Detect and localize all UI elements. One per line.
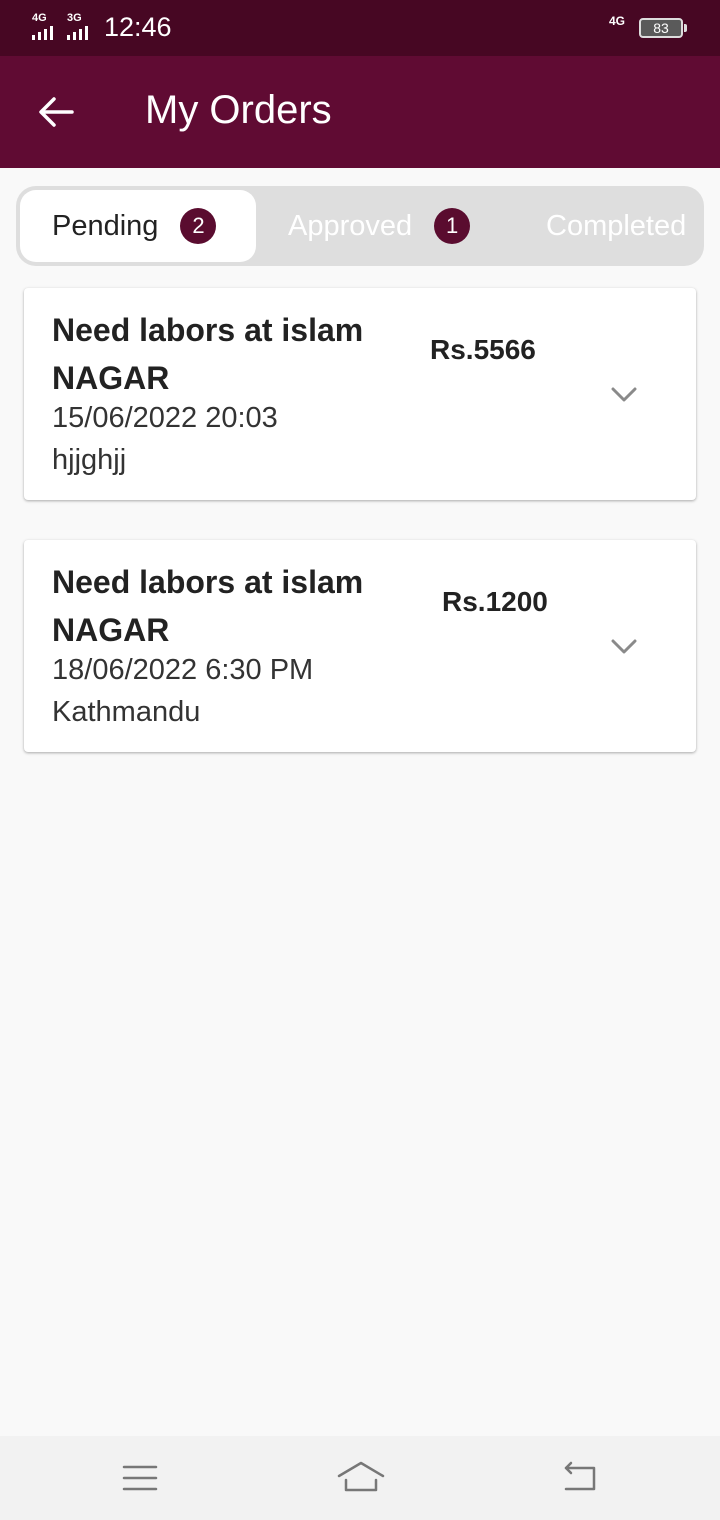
order-price: Rs.5566 xyxy=(430,334,536,365)
chevron-down-icon xyxy=(611,639,637,654)
tab-approved-count-badge: 1 xyxy=(434,208,471,244)
chevron-down-icon xyxy=(611,387,637,402)
tab-pending-label: Pending xyxy=(52,209,159,242)
expand-order-button[interactable] xyxy=(608,382,640,406)
app-bar: My Orders xyxy=(0,56,720,168)
tab-approved[interactable]: Approved 1 xyxy=(288,190,471,262)
status-time: 12:46 xyxy=(104,12,172,42)
back-button[interactable] xyxy=(28,80,84,144)
order-status-tabs: Pending 2 Approved 1 Completed xyxy=(16,186,704,266)
menu-icon xyxy=(122,1465,158,1491)
sim2-network-label: 3G xyxy=(67,12,82,24)
home-button[interactable] xyxy=(336,1458,386,1498)
sim1-network-label: 4G xyxy=(32,12,47,24)
data-network-label: 4G xyxy=(609,14,626,28)
order-card[interactable]: Need labors at islam NAGAR 18/06/2022 6:… xyxy=(24,540,696,752)
system-back-button[interactable] xyxy=(558,1458,602,1498)
order-price: Rs.1200 xyxy=(442,586,548,617)
order-title: Need labors at islam NAGAR xyxy=(52,312,364,396)
tab-pending-count-badge: 2 xyxy=(180,208,217,244)
tab-completed[interactable]: Completed xyxy=(546,190,686,262)
order-date: 15/06/2022 20:03 xyxy=(52,402,278,434)
system-nav-bar xyxy=(0,1436,720,1520)
arrow-left-icon xyxy=(39,97,74,127)
expand-order-button[interactable] xyxy=(608,634,640,658)
battery-tip xyxy=(684,24,687,32)
page-title: My Orders xyxy=(145,88,332,132)
tab-pending[interactable]: Pending 2 xyxy=(20,190,256,262)
home-icon xyxy=(337,1461,385,1492)
battery-icon: 83 xyxy=(639,18,683,38)
order-location: hjjghjj xyxy=(52,444,127,476)
sim1-signal-icon: 4G xyxy=(32,12,62,40)
status-bar: 4G 3G 12:46 4G 83 xyxy=(0,0,720,56)
menu-button[interactable] xyxy=(118,1458,162,1498)
back-icon xyxy=(564,1461,596,1491)
tab-completed-label: Completed xyxy=(546,209,687,242)
sim2-signal-icon: 3G xyxy=(67,12,97,40)
order-title: Need labors at islam NAGAR xyxy=(52,564,364,648)
order-location: Kathmandu xyxy=(52,696,201,728)
battery-level: 83 xyxy=(653,20,669,36)
screen: 4G 3G 12:46 4G 83 My Orders Pending 2 Ap… xyxy=(0,0,720,1520)
order-date: 18/06/2022 6:30 PM xyxy=(52,654,314,686)
tab-approved-label: Approved xyxy=(288,209,413,242)
order-card[interactable]: Need labors at islam NAGAR 15/06/2022 20… xyxy=(24,288,696,500)
